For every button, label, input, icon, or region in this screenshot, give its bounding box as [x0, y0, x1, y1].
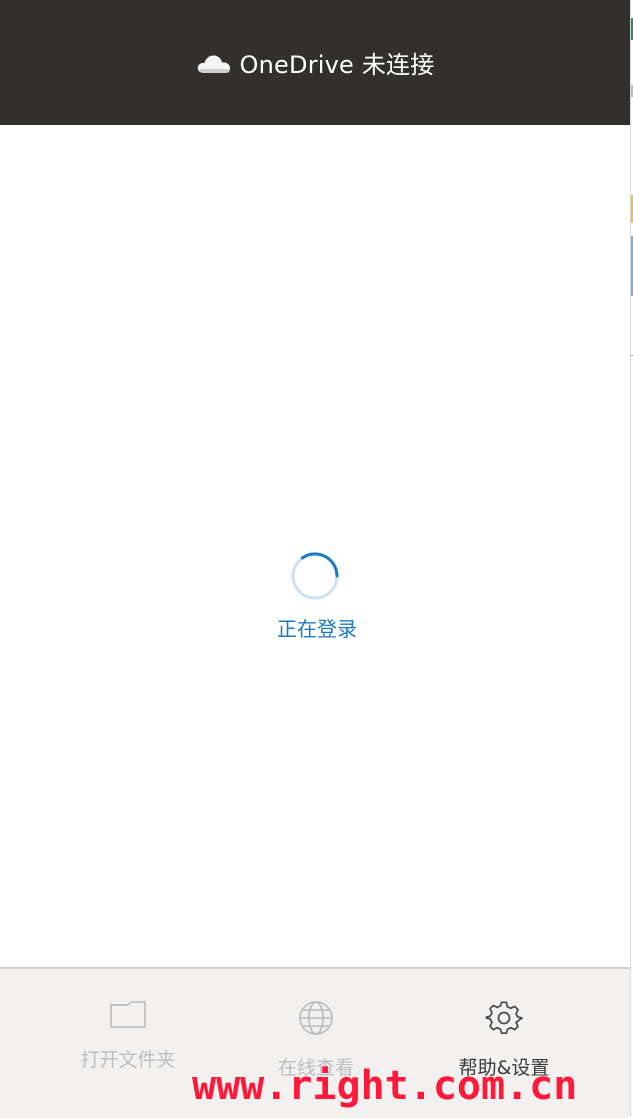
- cloud-icon: [197, 54, 230, 73]
- header-title: OneDrive 未连接: [239, 51, 435, 79]
- onedrive-flyout: OneDrive 未连接 正在登录 打开文件夹 在线查看 帮助&设置: [0, 0, 631, 1118]
- main-content: 正在登录: [0, 125, 630, 968]
- folder-icon: [110, 1001, 146, 1028]
- loading-spinner-icon: [291, 552, 339, 600]
- watermark-text: www.right.com.cn: [192, 1063, 578, 1109]
- globe-icon: [299, 1001, 333, 1035]
- gear-icon: [485, 1001, 523, 1035]
- header-bar: OneDrive 未连接: [0, 0, 630, 125]
- header-title-group: OneDrive 未连接: [196, 45, 435, 80]
- signing-in-status: 正在登录: [277, 617, 357, 641]
